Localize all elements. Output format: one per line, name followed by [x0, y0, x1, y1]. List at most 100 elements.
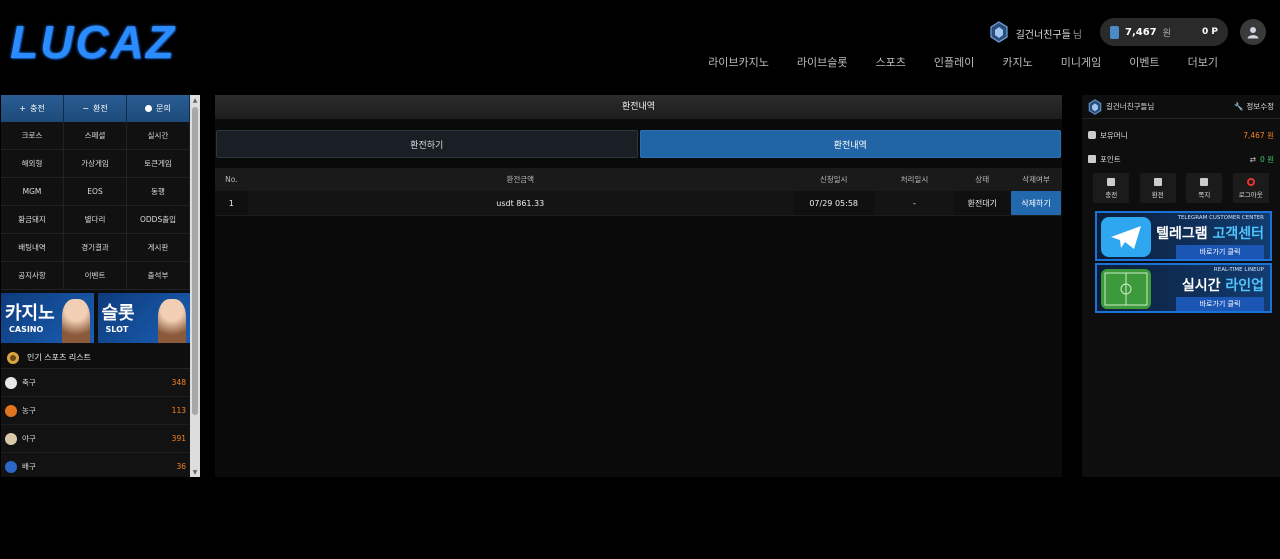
- menu-item[interactable]: 출석부: [127, 262, 190, 290]
- casino-model-image: [61, 299, 90, 343]
- soccer-field-icon: [1101, 269, 1151, 309]
- logo[interactable]: LUCAZ: [10, 18, 176, 66]
- delete-button[interactable]: 삭제하기: [1011, 191, 1062, 215]
- nav-inplay[interactable]: 인플레이: [934, 54, 974, 70]
- scroll-up-icon[interactable]: ▲: [190, 95, 200, 105]
- lineup-banner[interactable]: REAL-TIME LINEUP 실시간 라인업 바로가기 클릭: [1095, 263, 1272, 313]
- table-row: 1 usdt 861.33 07/29 05:58 - 환전대기 삭제하기: [215, 191, 1062, 216]
- sport-name: 야구: [22, 434, 36, 443]
- sport-item-soccer[interactable]: 축구 348: [1, 369, 190, 397]
- nav-casino[interactable]: 카지노: [1002, 54, 1032, 70]
- row-amount: usdt 861.33: [247, 191, 793, 215]
- coin-icon: [1088, 131, 1096, 139]
- wallet-icon: [1110, 25, 1119, 39]
- sport-name: 농구: [22, 406, 36, 415]
- nav-live-casino[interactable]: 라이브카지노: [708, 54, 769, 70]
- wallet[interactable]: 7,467 원 0 P: [1100, 18, 1228, 46]
- menu-item[interactable]: 별다리: [64, 206, 127, 234]
- deposit-action[interactable]: 충전: [1093, 173, 1130, 203]
- menu-item[interactable]: 실시간: [127, 122, 190, 150]
- sport-name: 축구: [22, 378, 36, 387]
- volleyball-icon: [5, 460, 17, 473]
- menu-item[interactable]: ODDS출입: [127, 206, 190, 234]
- casino-banner[interactable]: 카지노 CASINO: [1, 293, 94, 343]
- point-label: 포인트: [1100, 154, 1121, 164]
- row-status: 환전대기: [967, 198, 997, 208]
- scroll-down-icon[interactable]: ▼: [190, 467, 200, 477]
- point-row: 포인트 ⇄ 0 원: [1082, 147, 1280, 171]
- slot-banner[interactable]: 슬롯 SLOT: [97, 293, 190, 343]
- sport-count: 391: [171, 434, 186, 443]
- tab-withdraw-history[interactable]: 환전내역: [639, 130, 1061, 158]
- menu-item[interactable]: 토큰게임: [127, 150, 190, 178]
- menu-item[interactable]: 가상게임: [64, 150, 127, 178]
- menu-item[interactable]: 해외형: [1, 150, 64, 178]
- menu-item[interactable]: 경기결과: [64, 234, 127, 262]
- menu-item[interactable]: 동행: [127, 178, 190, 206]
- avatar[interactable]: [1240, 19, 1266, 45]
- menu-item[interactable]: EOS: [64, 178, 127, 206]
- menu-item[interactable]: 크로스: [1, 122, 64, 150]
- withdraw-action-label: 환전: [1151, 190, 1164, 199]
- casino-banner-sub: CASINO: [9, 325, 44, 334]
- table-header: No. 환전금액 신청일시 처리일시 상태 삭제여부: [215, 168, 1062, 191]
- wallet-unit: 원: [1162, 28, 1171, 39]
- col-delete: 삭제여부: [1022, 175, 1050, 184]
- swap-icon[interactable]: ⇄: [1250, 155, 1256, 164]
- telegram-icon: [1101, 217, 1151, 257]
- nav-more[interactable]: 더보기: [1188, 54, 1218, 70]
- menu-item[interactable]: 공지사항: [1, 262, 64, 290]
- deposit-action-label: 충전: [1105, 190, 1118, 199]
- withdraw-action[interactable]: 환전: [1139, 173, 1176, 203]
- menu-item[interactable]: 황금돼지: [1, 206, 64, 234]
- withdraw-button[interactable]: − 환전: [64, 95, 127, 122]
- edit-profile-link[interactable]: 🔧 정보수정: [1234, 101, 1274, 112]
- user-icon: [1247, 27, 1259, 39]
- power-icon: [1246, 177, 1255, 186]
- menu-item[interactable]: 이벤트: [64, 262, 127, 290]
- money-label: 보유머니: [1100, 130, 1128, 140]
- withdraw-label: 환전: [92, 104, 108, 113]
- tab-withdraw[interactable]: 환전하기: [216, 130, 638, 158]
- lineup-heading: 실시간 라인업: [1182, 275, 1264, 295]
- circle-icon: [145, 105, 153, 112]
- lineup-heading-2: 라인업: [1225, 278, 1264, 294]
- envelope-icon: [1200, 177, 1209, 186]
- user-name: 길건너친구들 님: [1016, 23, 1082, 42]
- nav-minigame[interactable]: 미니게임: [1061, 54, 1101, 70]
- telegram-heading: 텔레그램 고객센터: [1156, 223, 1264, 243]
- sport-count: 113: [171, 406, 186, 415]
- account-name: 길건너친구들님: [1106, 102, 1155, 111]
- nav-live-slot[interactable]: 라이브슬롯: [797, 54, 848, 70]
- row-no: 1: [228, 198, 234, 208]
- account-header: 길건너친구들님 🔧 정보수정: [1082, 95, 1280, 119]
- account-actions: 충전 환전 쪽지 로그아웃: [1082, 171, 1280, 203]
- nav-sports[interactable]: 스포츠: [876, 54, 906, 70]
- menu-item[interactable]: 스페셜: [64, 122, 127, 150]
- telegram-banner[interactable]: TELEGRAM CUSTOMER CENTER 텔레그램 고객센터 바로가기 …: [1095, 211, 1272, 261]
- telegram-go-button[interactable]: 바로가기 클릭: [1176, 245, 1264, 259]
- col-status: 상태: [975, 175, 990, 184]
- sport-item-basketball[interactable]: 농구 113: [1, 397, 190, 425]
- logout-action-label: 로그아웃: [1238, 190, 1263, 199]
- lineup-go-button[interactable]: 바로가기 클릭: [1176, 297, 1264, 311]
- row-action-cell: 삭제하기: [1010, 191, 1062, 215]
- slot-banner-title: 슬롯: [101, 303, 135, 323]
- menu-item[interactable]: MGM: [1, 178, 64, 206]
- rank-badge-icon: [989, 21, 1008, 43]
- deposit-icon: [1107, 177, 1116, 186]
- sport-item-volleyball[interactable]: 배구 36: [1, 453, 190, 477]
- minus-icon: −: [82, 104, 89, 113]
- sport-item-baseball[interactable]: 야구 391: [1, 425, 190, 453]
- scroll-thumb[interactable]: [192, 107, 198, 415]
- popular-sports-header: 인기 스포츠 리스트: [1, 347, 190, 369]
- sidebar-scrollbar[interactable]: ▲ ▼: [190, 95, 200, 477]
- baseball-icon: [5, 432, 17, 445]
- deposit-button[interactable]: + 충전: [1, 95, 64, 122]
- logout-action[interactable]: 로그아웃: [1232, 173, 1269, 203]
- menu-item[interactable]: 게시판: [127, 234, 190, 262]
- message-action[interactable]: 쪽지: [1186, 173, 1223, 203]
- menu-item[interactable]: 배팅내역: [1, 234, 64, 262]
- nav-event[interactable]: 이벤트: [1129, 54, 1159, 70]
- inquiry-button[interactable]: 문의: [127, 95, 190, 122]
